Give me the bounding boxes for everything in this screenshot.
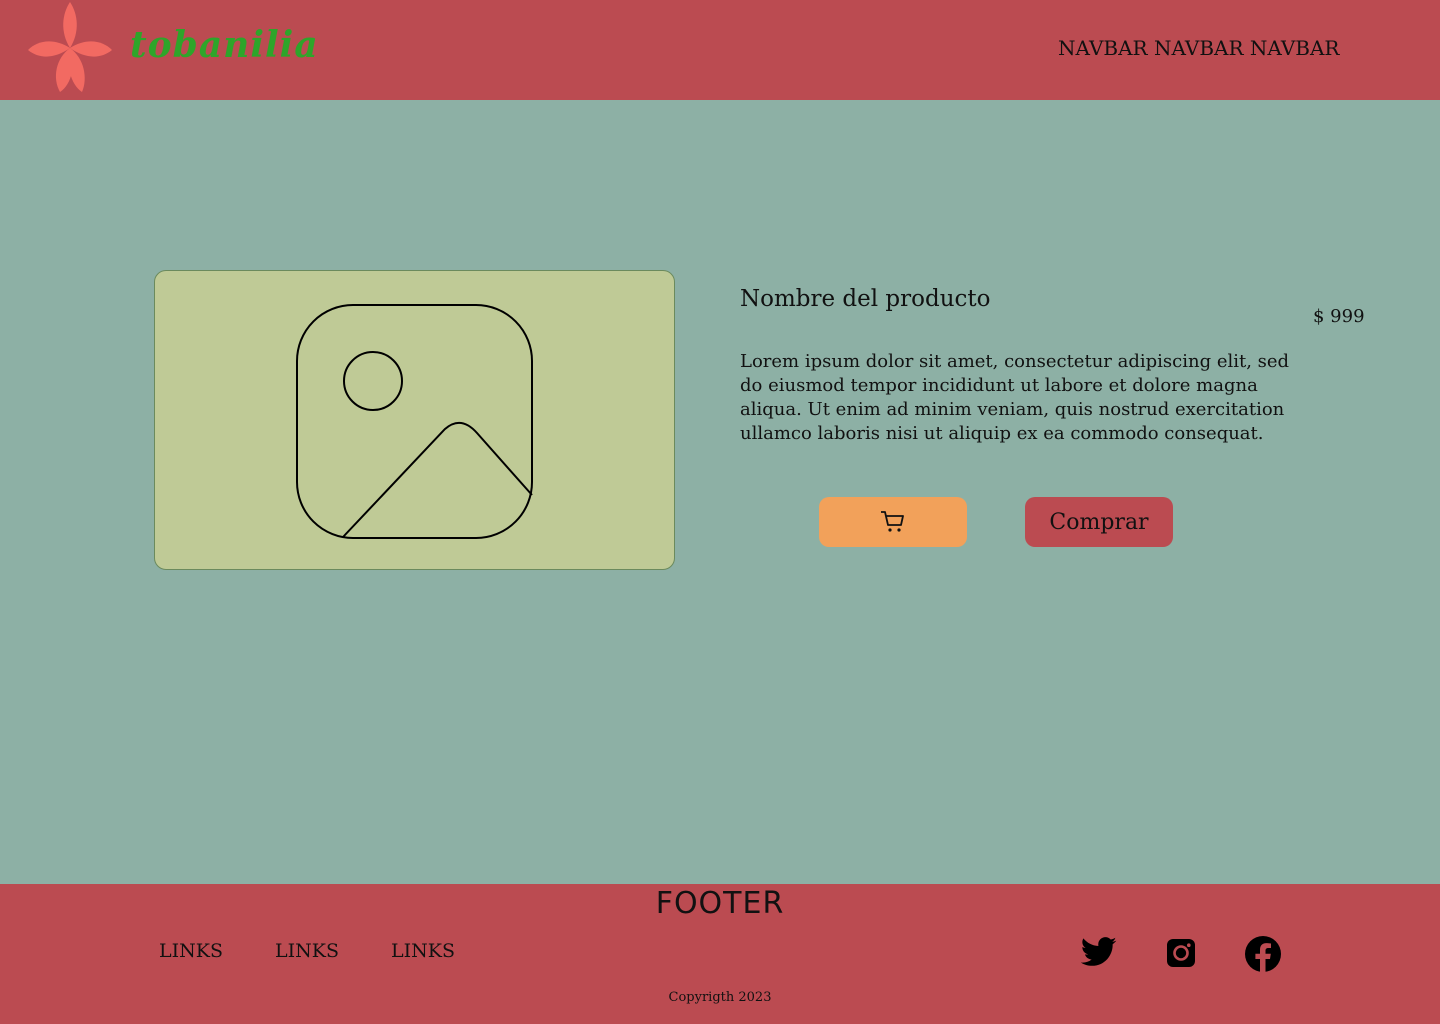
product-description: Lorem ipsum dolor sit amet, consectetur … — [740, 351, 1290, 444]
logo-text[interactable]: tobanilia — [130, 24, 319, 66]
footer-link[interactable]: LINKS — [159, 940, 223, 962]
add-to-cart-button[interactable] — [819, 497, 967, 547]
instagram-icon[interactable] — [1166, 938, 1196, 968]
twitter-icon[interactable] — [1081, 936, 1117, 968]
buy-button[interactable]: Comprar — [1025, 497, 1173, 547]
header: tobanilia NAVBAR NAVBAR NAVBAR — [0, 0, 1440, 100]
product-name: Nombre del producto — [740, 286, 991, 312]
image-placeholder-icon — [296, 304, 533, 539]
facebook-icon[interactable] — [1244, 935, 1282, 973]
product-price: $ 999 — [1313, 306, 1365, 327]
footer: FOOTER LINKS LINKS LINKS Copyrigth 2023 — [0, 884, 1440, 1024]
flower-icon[interactable] — [26, 2, 114, 94]
product-image — [154, 270, 675, 570]
footer-link[interactable]: LINKS — [391, 940, 455, 962]
copyright-text: Copyrigth 2023 — [668, 990, 772, 1005]
navbar-links[interactable]: NAVBAR NAVBAR NAVBAR — [1058, 36, 1339, 60]
footer-title: FOOTER — [655, 886, 785, 921]
footer-link[interactable]: LINKS — [275, 940, 339, 962]
cart-icon — [881, 511, 904, 532]
